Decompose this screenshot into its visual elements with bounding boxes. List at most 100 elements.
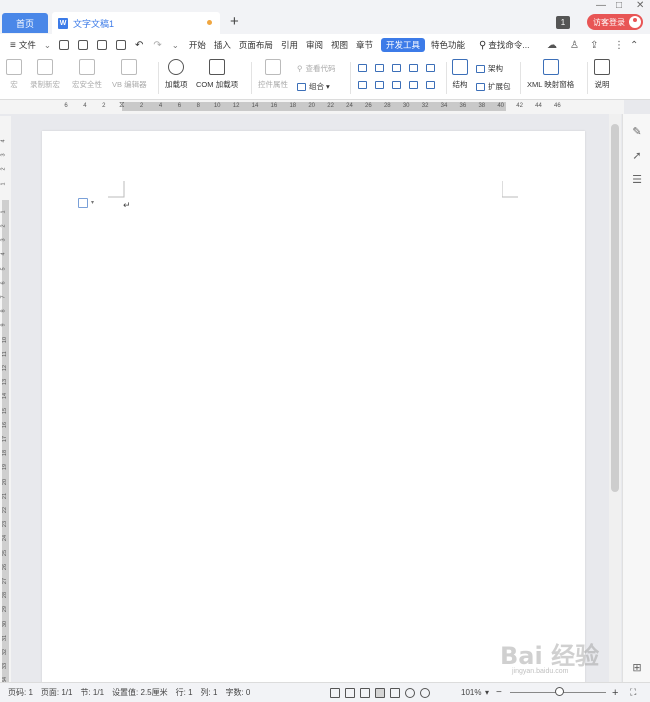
structure-button[interactable]: 结构 (452, 59, 468, 90)
login-button[interactable]: 访客登录 (587, 14, 643, 30)
expansion-pack-button[interactable]: 扩展包 (476, 81, 511, 92)
eye-protection-icon[interactable] (420, 687, 430, 698)
pointer-icon[interactable]: ➚ (631, 150, 643, 162)
command-search[interactable]: 查找命令... (488, 39, 529, 51)
close-button[interactable]: ✕ (636, 0, 644, 11)
apps-grid-icon[interactable]: ⊞ (631, 662, 643, 674)
minimize-button[interactable]: — (596, 0, 606, 11)
xml-mapping-button[interactable]: XML 映射窗格 (527, 59, 574, 90)
fit-page-icon[interactable]: ⛶ (630, 687, 636, 698)
chevron-down-icon[interactable]: ⌄ (44, 40, 51, 51)
avatar-icon (629, 16, 641, 28)
share-icon[interactable]: ⇪ (590, 40, 598, 51)
record-macro-button[interactable]: 录制新宏 (30, 59, 60, 90)
vb-editor-button[interactable]: VB 编辑器 (112, 59, 147, 90)
addins-label: 加载项 (165, 80, 188, 89)
addins-button[interactable]: 加载项 (165, 59, 188, 90)
web-view-icon[interactable] (405, 687, 415, 698)
menu-view[interactable]: 视图 (331, 39, 348, 51)
legacy-tools-icon[interactable] (426, 81, 435, 89)
ribbon: 宏 录制新宏 宏安全性 VB 编辑器 加载项 COM 加载项 控件属性 ⚲ 查看… (0, 56, 650, 100)
menu-layout[interactable]: 页面布局 (239, 39, 273, 51)
help-button[interactable]: 说明 (594, 59, 610, 90)
repeat-section-icon[interactable] (409, 81, 418, 89)
vertical-scrollbar[interactable] (609, 114, 621, 682)
menu-chapter[interactable]: 章节 (356, 39, 373, 51)
group-button[interactable]: 组合 ▾ (297, 81, 330, 92)
new-tab-button[interactable]: + (230, 14, 239, 30)
schema-button[interactable]: 架构 (476, 63, 503, 74)
com-addins-button[interactable]: COM 加载项 (196, 59, 238, 90)
menu-reference[interactable]: 引用 (281, 39, 298, 51)
status-section[interactable]: 节: 1/1 (80, 687, 104, 698)
ruler-tick-label: 28 (383, 103, 391, 109)
scrollbar-thumb[interactable] (611, 124, 619, 492)
status-setting[interactable]: 设置值: 2.5厘米 (112, 687, 168, 698)
outline-view-icon[interactable] (390, 687, 400, 698)
write-mode-icon[interactable] (360, 687, 370, 698)
indent-marker-icon[interactable]: ⧖ (119, 100, 125, 110)
status-words[interactable]: 字数: 0 (225, 687, 250, 698)
status-pages[interactable]: 页面: 1/1 (41, 687, 73, 698)
dropdown-control-icon[interactable] (426, 64, 435, 72)
building-block-icon[interactable] (392, 81, 401, 89)
login-label: 访客登录 (593, 17, 625, 27)
rich-text-control-icon[interactable] (375, 64, 384, 72)
print-icon[interactable] (96, 40, 107, 50)
document-page[interactable] (42, 131, 585, 683)
menu-file[interactable]: 文件 (19, 39, 36, 51)
quick-access-dropdown-icon[interactable]: ⌄ (172, 40, 179, 51)
horizontal-ruler[interactable]: ⧖ 6 4 2 2 4 6 8 10 12 14 16 18 20 22 24 26 28 30 32 34 36 38 4… (0, 100, 624, 114)
notification-badge[interactable]: 1 (556, 16, 570, 29)
maximize-button[interactable]: □ (616, 0, 622, 11)
collaborate-icon[interactable]: ♙ (570, 40, 579, 51)
checkbox-control-icon[interactable] (392, 64, 401, 72)
export-pdf-icon[interactable] (77, 40, 88, 50)
print-preview-icon[interactable] (115, 40, 126, 50)
status-row[interactable]: 行: 1 (176, 687, 193, 698)
tab-home[interactable]: 首页 (2, 13, 48, 33)
search-icon[interactable]: ⚲ (479, 40, 486, 51)
chevron-down-icon[interactable]: ▾ (91, 199, 94, 206)
picture-control-icon[interactable] (409, 64, 418, 72)
zoom-in-button[interactable]: + (612, 687, 618, 699)
date-control-icon[interactable] (375, 81, 384, 89)
vruler-tick-label: 4 (0, 252, 7, 256)
save-icon[interactable] (58, 40, 69, 50)
cloud-icon[interactable]: ☁ (547, 40, 557, 51)
control-props-button[interactable]: 控件属性 (258, 59, 288, 90)
read-mode-icon[interactable] (345, 687, 355, 698)
zoom-level[interactable]: 101% (461, 688, 481, 697)
menu-developer[interactable]: 开发工具 (381, 38, 426, 52)
collapse-ribbon-icon[interactable]: ⌃ (630, 40, 638, 51)
text-control-icon[interactable] (358, 64, 367, 72)
combo-control-icon[interactable] (358, 81, 367, 89)
ruler-tick-label: 4 (83, 103, 87, 109)
paragraph-layout-icon[interactable] (78, 198, 88, 208)
vruler-tick-label: 8 (0, 309, 7, 313)
page-view-icon[interactable] (375, 687, 385, 698)
zoom-dropdown-icon[interactable]: ▾ (485, 688, 489, 697)
view-code-button[interactable]: ⚲ 查看代码 (297, 63, 336, 74)
more-icon[interactable]: ⋮ (614, 40, 624, 51)
zoom-slider-knob[interactable] (555, 687, 564, 696)
redo-icon[interactable]: ↷ (153, 40, 161, 51)
macro-button[interactable]: 宏 (6, 59, 22, 90)
tab-document[interactable]: W 文字文稿1 (52, 12, 220, 34)
menu-insert[interactable]: 插入 (214, 39, 231, 51)
control-props-label: 控件属性 (258, 80, 288, 89)
vertical-ruler[interactable]: 4 3 2 1 1 2 3 4 5 6 7 8 9 10 11 12 13 14 15 16 17 18 19 20 21 22 2… (0, 116, 11, 683)
status-col[interactable]: 列: 1 (201, 687, 218, 698)
settings-sliders-icon[interactable]: ☰ (631, 174, 643, 186)
status-page[interactable]: 页码: 1 (8, 687, 33, 698)
undo-icon[interactable]: ↶ (135, 40, 143, 51)
zoom-out-button[interactable]: − (496, 687, 502, 698)
menu-features[interactable]: 特色功能 (431, 39, 465, 51)
pen-icon[interactable]: ✎ (631, 126, 643, 138)
structure-icon (452, 59, 468, 75)
fullscreen-icon[interactable] (330, 687, 340, 698)
macro-security-button[interactable]: 宏安全性 (72, 59, 102, 90)
hamburger-icon[interactable]: ≡ (10, 40, 16, 51)
menu-review[interactable]: 审阅 (306, 39, 323, 51)
menu-start[interactable]: 开始 (189, 39, 206, 51)
